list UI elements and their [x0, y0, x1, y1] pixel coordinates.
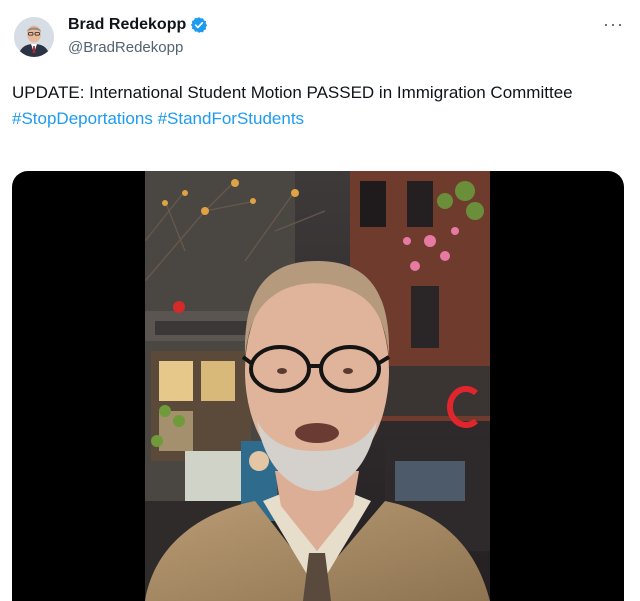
tweet-text: UPDATE: International Student Motion PAS…	[12, 83, 573, 102]
author-handle[interactable]: @BradRedekopp	[68, 38, 208, 58]
hashtag-row: #StopDeportations #StandForStudents	[12, 106, 612, 132]
tweet-card: Brad Redekopp @BradRedekopp ··· UPDATE: …	[0, 0, 640, 601]
more-options-icon[interactable]: ···	[603, 14, 624, 35]
video-player[interactable]	[12, 171, 624, 601]
hashtag-stop-deportations[interactable]: #StopDeportations	[12, 109, 153, 128]
avatar[interactable]	[14, 17, 54, 57]
video-frame	[145, 171, 490, 601]
hashtag-stand-for-students[interactable]: #StandForStudents	[158, 109, 304, 128]
author-name[interactable]: Brad Redekopp	[68, 15, 186, 35]
author-name-row: Brad Redekopp	[68, 15, 208, 35]
tweet-text-block: UPDATE: International Student Motion PAS…	[12, 80, 612, 132]
author-block: Brad Redekopp @BradRedekopp	[68, 15, 208, 58]
avatar-photo-icon	[14, 17, 54, 57]
verified-badge-icon	[190, 16, 208, 34]
video-frame-icon	[145, 171, 490, 601]
